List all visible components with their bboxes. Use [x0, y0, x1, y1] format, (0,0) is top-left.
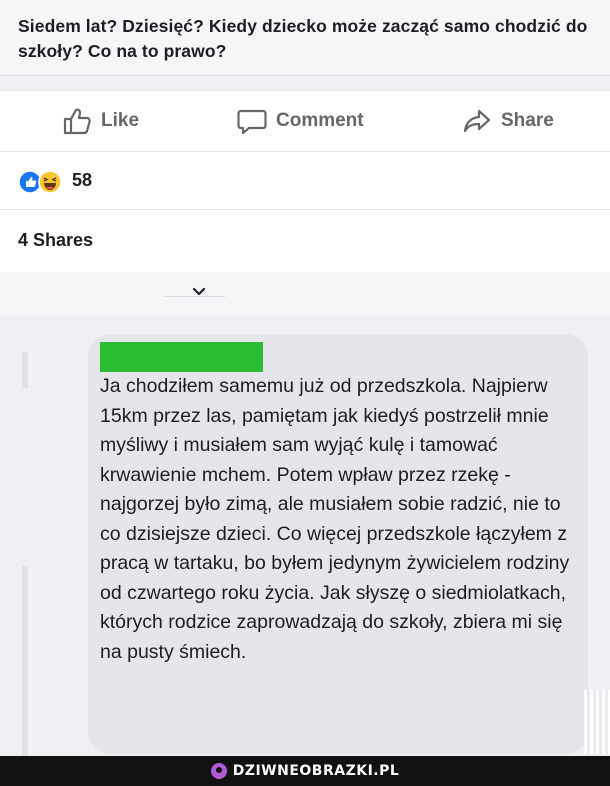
- share-label: Share: [501, 110, 554, 131]
- reaction-count: 58: [72, 170, 93, 190]
- like-button[interactable]: Like: [62, 91, 139, 151]
- thread-line: [22, 566, 28, 756]
- haha-reaction-icon: [38, 170, 62, 194]
- link-preview-card[interactable]: Siedem lat? Dziesięć? Kiedy dziecko może…: [0, 0, 610, 76]
- thumbs-up-icon: [63, 108, 91, 135]
- thread-line: [22, 352, 28, 388]
- brand-text: DZIWNEOBRAZKI.PL: [232, 763, 400, 779]
- post-actions-bar: Like Comment Share: [0, 90, 610, 152]
- reactions-summary[interactable]: 58: [0, 152, 610, 210]
- comment-label: Comment: [276, 110, 364, 131]
- watermark-footer: DZIWNEOBRAZKI.PL: [0, 756, 610, 786]
- share-button[interactable]: Share: [462, 91, 554, 151]
- like-reaction-icon: [18, 170, 42, 194]
- shares-count[interactable]: 4 Shares: [18, 230, 93, 251]
- facebook-post-screenshot: Siedem lat? Dziesięć? Kiedy dziecko może…: [0, 0, 610, 786]
- redacted-author-name: [100, 342, 263, 372]
- divider: [165, 296, 225, 297]
- like-label: Like: [101, 110, 140, 131]
- comment-text: Ja chodziłem samemu już od przedszkola. …: [100, 375, 570, 663]
- shares-summary[interactable]: 4 Shares: [0, 210, 610, 272]
- link-title[interactable]: Siedem lat? Dziesięć? Kiedy dziecko może…: [18, 14, 592, 64]
- comment-bubble-icon: [237, 109, 267, 135]
- comment-button[interactable]: Comment: [237, 91, 364, 151]
- watermark-brand: DZIWNEOBRAZKI.PL: [0, 756, 610, 786]
- reaction-icons: [18, 170, 62, 194]
- comments-toggle-area: [0, 272, 610, 316]
- scroll-edge: [584, 690, 610, 754]
- brand-logo-icon: [210, 763, 227, 779]
- share-arrow-icon: [463, 109, 491, 133]
